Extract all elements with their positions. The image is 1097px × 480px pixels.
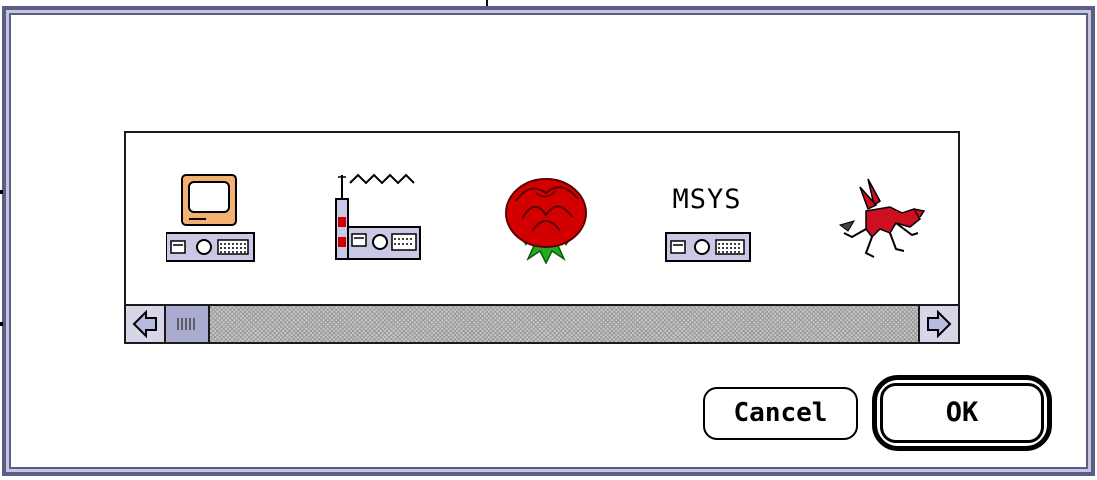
grip-icon [177, 318, 195, 330]
icon-item[interactable] [830, 171, 930, 267]
top-edge-tick [486, 0, 488, 6]
cancel-button[interactable]: Cancel [703, 387, 858, 440]
icon-item[interactable] [166, 171, 266, 267]
icon-item[interactable] [332, 171, 432, 267]
left-edge-tick [0, 322, 3, 326]
icon-item[interactable]: MSYS [664, 171, 764, 267]
pegasus-icon [838, 178, 926, 258]
icon-list[interactable]: MSYS [124, 131, 960, 344]
right-arrow-icon [927, 309, 952, 339]
left-edge-tick [0, 190, 3, 194]
left-arrow-icon [132, 309, 157, 339]
scroll-thumb[interactable] [166, 306, 210, 342]
radio-network-icon [335, 173, 421, 260]
computer-network-icon [166, 174, 255, 262]
icon-item[interactable] [496, 171, 596, 267]
horizontal-scrollbar[interactable] [126, 304, 958, 342]
msys-label: MSYS [672, 184, 742, 215]
rose-icon [505, 178, 587, 265]
scroll-right-button[interactable] [918, 306, 958, 342]
scroll-left-button[interactable] [126, 306, 166, 342]
ok-button[interactable]: OK [880, 383, 1044, 443]
